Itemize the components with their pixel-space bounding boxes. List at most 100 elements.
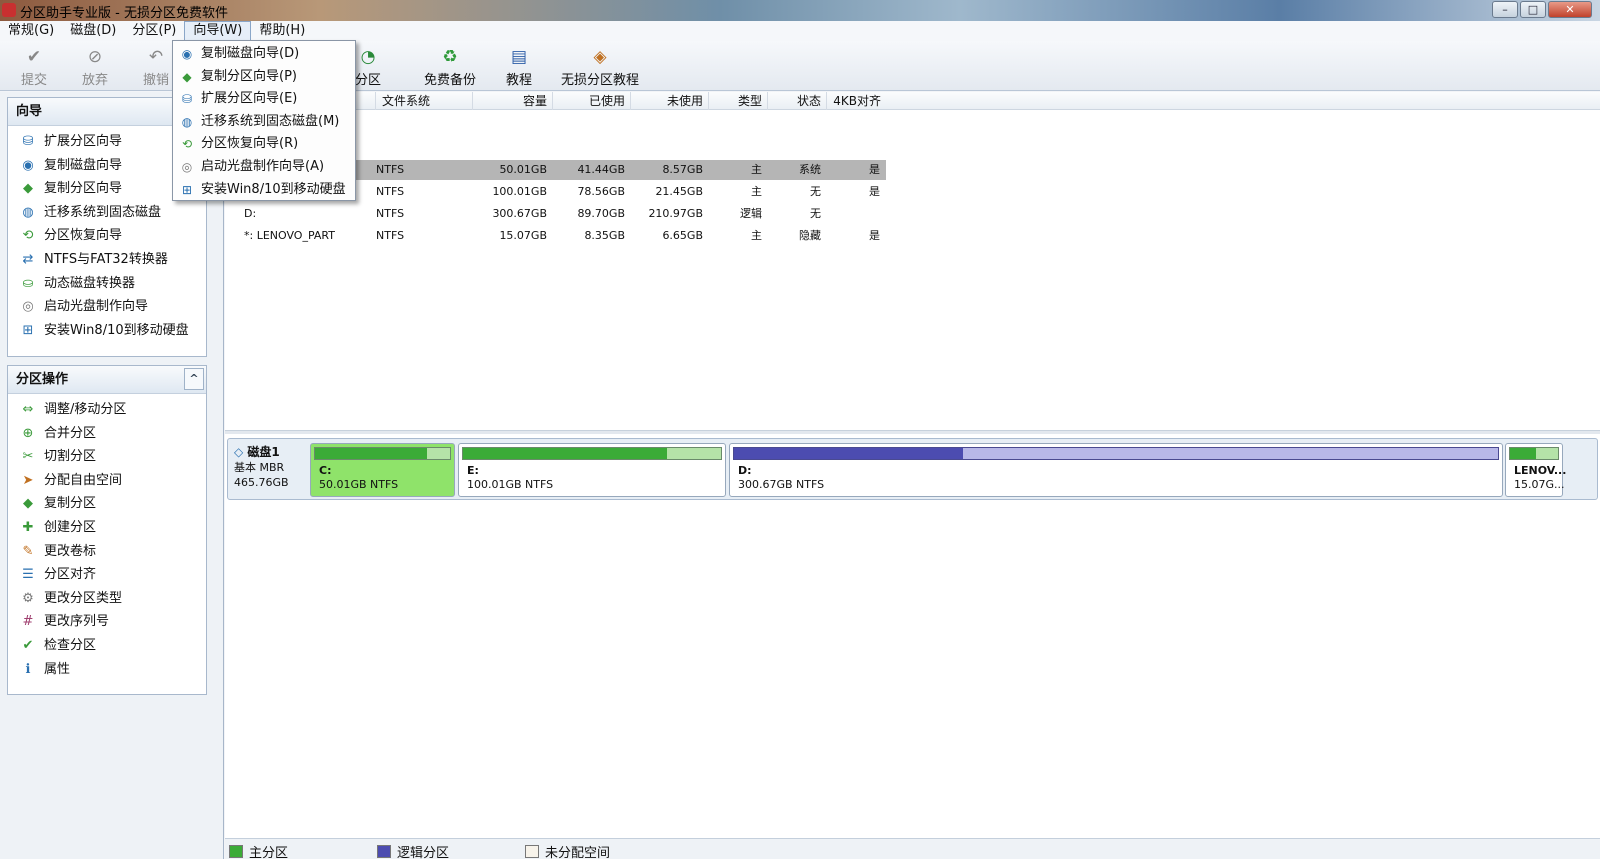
cell-status: 系统 [799,163,821,176]
convert-icon: ⇄ [22,251,34,267]
split-icon: ✂ [22,449,34,465]
op-check[interactable]: ✔ 检查分区 [8,634,206,658]
submit-label: 提交 [20,73,47,88]
discard-button[interactable]: ⊘ 放弃 [79,47,111,88]
table-row[interactable]: D: NTFS 300.67GB 89.70GB 210.97GB 逻辑 无 [225,204,886,224]
lossless-tutorial-button[interactable]: ◈ 无损分区教程 [560,47,640,88]
menu-disk[interactable]: 磁盘(D) [62,21,124,41]
align-icon: ☰ [22,567,34,583]
op-change-serial[interactable]: # 更改序列号 [8,610,206,634]
partition-block-lenovo[interactable]: LENOV... 15.07G... [1505,443,1566,497]
disk-type: 基本 MBR [234,461,285,474]
menu-partition[interactable]: 分区(P) [124,21,184,41]
cell-free: 6.65GB [662,229,703,242]
col-status[interactable]: 状态 [767,92,826,110]
op-allocate-free[interactable]: ➤ 分配自由空间 [8,469,206,493]
undo-button[interactable]: ↶ 撤销 [140,47,172,88]
cd-icon: ◎ [181,159,193,174]
wizard-item-recover[interactable]: ⟲ 分区恢复向导 [8,224,206,248]
check-icon: ✔ [26,47,42,67]
menu-win-to-go[interactable]: ⊞ 安装Win8/10到移动硬盘 [173,179,355,202]
usage-bar [462,447,722,460]
backup-button[interactable]: ♻ 免费备份 [418,47,482,88]
partition-size: 300.67GB NTFS [738,478,825,491]
menu-general[interactable]: 常规(G) [0,21,62,41]
partition-block-e[interactable]: E: 100.01GB NTFS [458,443,726,497]
op-copy[interactable]: ◆ 复制分区 [8,492,206,516]
allocate-icon: ➤ [22,472,34,488]
cell-fs: NTFS [376,207,405,220]
recover-icon: ⟲ [22,228,34,244]
partition-block-d[interactable]: D: 300.67GB NTFS [729,443,1503,497]
wizard-item-label: 安装Win8/10到移动硬盘 [44,322,189,338]
col-used[interactable]: 已使用 [552,92,630,110]
cell-used: 89.70GB [577,207,625,220]
pane-splitter[interactable] [225,430,1600,434]
unallocated-swatch [525,845,539,858]
usage-fill [734,448,964,459]
cell-used: 41.44GB [577,163,625,176]
op-change-type[interactable]: ⚙ 更改分区类型 [8,587,206,611]
window-controls: – □ ✕ [1492,1,1592,18]
menu-help[interactable]: 帮助(H) [251,21,313,41]
discard-label: 放弃 [81,73,108,88]
menu-wizard[interactable]: 向导(W) [184,21,252,41]
partition-name: D: [738,464,752,477]
disk-info[interactable]: ◇ 磁盘1 基本 MBR 465.76GB [234,445,289,490]
col-capacity[interactable]: 容量 [472,92,552,110]
menu-copy-disk-wizard[interactable]: ◉ 复制磁盘向导(D) [173,43,355,66]
wizard-item-label: 扩展分区向导 [44,134,123,149]
tutorial-button[interactable]: ▤ 教程 [502,47,536,88]
recover-icon: ⟲ [181,137,193,152]
partition-ops-panel: 分区操作 ^ ⇔ 调整/移动分区 ⊕ 合并分区 ✂ 切割分区 ➤ 分配自由空间 ◆ 复制分… [7,365,207,695]
undo-label: 撤销 [142,73,169,88]
partition-block-c[interactable]: C: 50.01GB NTFS [310,443,455,497]
col-filesystem[interactable]: 文件系统 [375,92,472,110]
menu-extend-partition-wizard[interactable]: ⛁ 扩展分区向导(E) [173,88,355,111]
menu-copy-partition-wizard[interactable]: ◆ 复制分区向导(P) [173,66,355,89]
cell-free: 8.57GB [662,163,703,176]
op-change-label[interactable]: ✎ 更改卷标 [8,540,206,564]
wizard-item-migrate-ssd[interactable]: ◍ 迁移系统到固态磁盘 [8,201,206,225]
partition-size: 100.01GB NTFS [467,478,554,491]
usage-fill [463,448,667,459]
op-label: 更改分区类型 [44,590,123,606]
collapse-button[interactable]: ^ [184,368,204,390]
op-resize-move[interactable]: ⇔ 调整/移动分区 [8,398,206,422]
menu-item-label: 复制分区向导(P) [201,68,297,84]
primary-swatch [229,845,243,858]
col-free[interactable]: 未使用 [630,92,708,110]
legend-logical-label: 逻辑分区 [397,846,450,859]
wizard-item-win-to-go[interactable]: ⊞ 安装Win8/10到移动硬盘 [8,319,206,343]
wizard-dropdown-menu: ◉ 复制磁盘向导(D) ◆ 复制分区向导(P) ⛁ 扩展分区向导(E) ◍ 迁移系统到固… [172,40,356,201]
menu-bootable-cd[interactable]: ◎ 启动光盘制作向导(A) [173,156,355,179]
col-4k-align[interactable]: 4KB对齐 [826,92,886,110]
menu-migrate-ssd[interactable]: ◍ 迁移系统到固态磁盘(M) [173,111,355,134]
cell-type: 主 [751,163,762,176]
op-properties[interactable]: ℹ 属性 [8,658,206,682]
windows-icon: ⊞ [22,322,34,338]
menu-partition-recovery[interactable]: ⟲ 分区恢复向导(R) [173,133,355,156]
wizard-item-bootable-cd[interactable]: ◎ 启动光盘制作向导 [8,295,206,319]
close-button[interactable]: ✕ [1548,1,1592,18]
cell-align: 是 [869,229,880,242]
disk-icon: ◇ [234,445,244,459]
partition-size: 15.07G... [1514,478,1565,491]
wizard-item-dynamic-disk[interactable]: ⛀ 动态磁盘转换器 [8,272,206,296]
backup-label: 免费备份 [423,73,476,88]
minimize-button[interactable]: – [1492,1,1518,18]
op-create[interactable]: ✚ 创建分区 [8,516,206,540]
op-split[interactable]: ✂ 切割分区 [8,445,206,469]
col-type[interactable]: 类型 [708,92,767,110]
partition-ops-title: 分区操作 ^ [8,366,206,394]
maximize-button[interactable]: □ [1520,1,1546,18]
legend-unallocated-label: 未分配空间 [545,846,611,859]
wizard-item-ntfs-fat32[interactable]: ⇄ NTFS与FAT32转换器 [8,248,206,272]
cell-status: 无 [810,185,821,198]
submit-button[interactable]: ✔ 提交 [18,47,50,88]
op-merge[interactable]: ⊕ 合并分区 [8,422,206,446]
op-align[interactable]: ☰ 分区对齐 [8,563,206,587]
ssd-icon: ◍ [181,114,193,129]
cell-free: 210.97GB [648,207,703,220]
table-row[interactable]: *: LENOVO_PART NTFS 15.07GB 8.35GB 6.65G… [225,226,886,246]
